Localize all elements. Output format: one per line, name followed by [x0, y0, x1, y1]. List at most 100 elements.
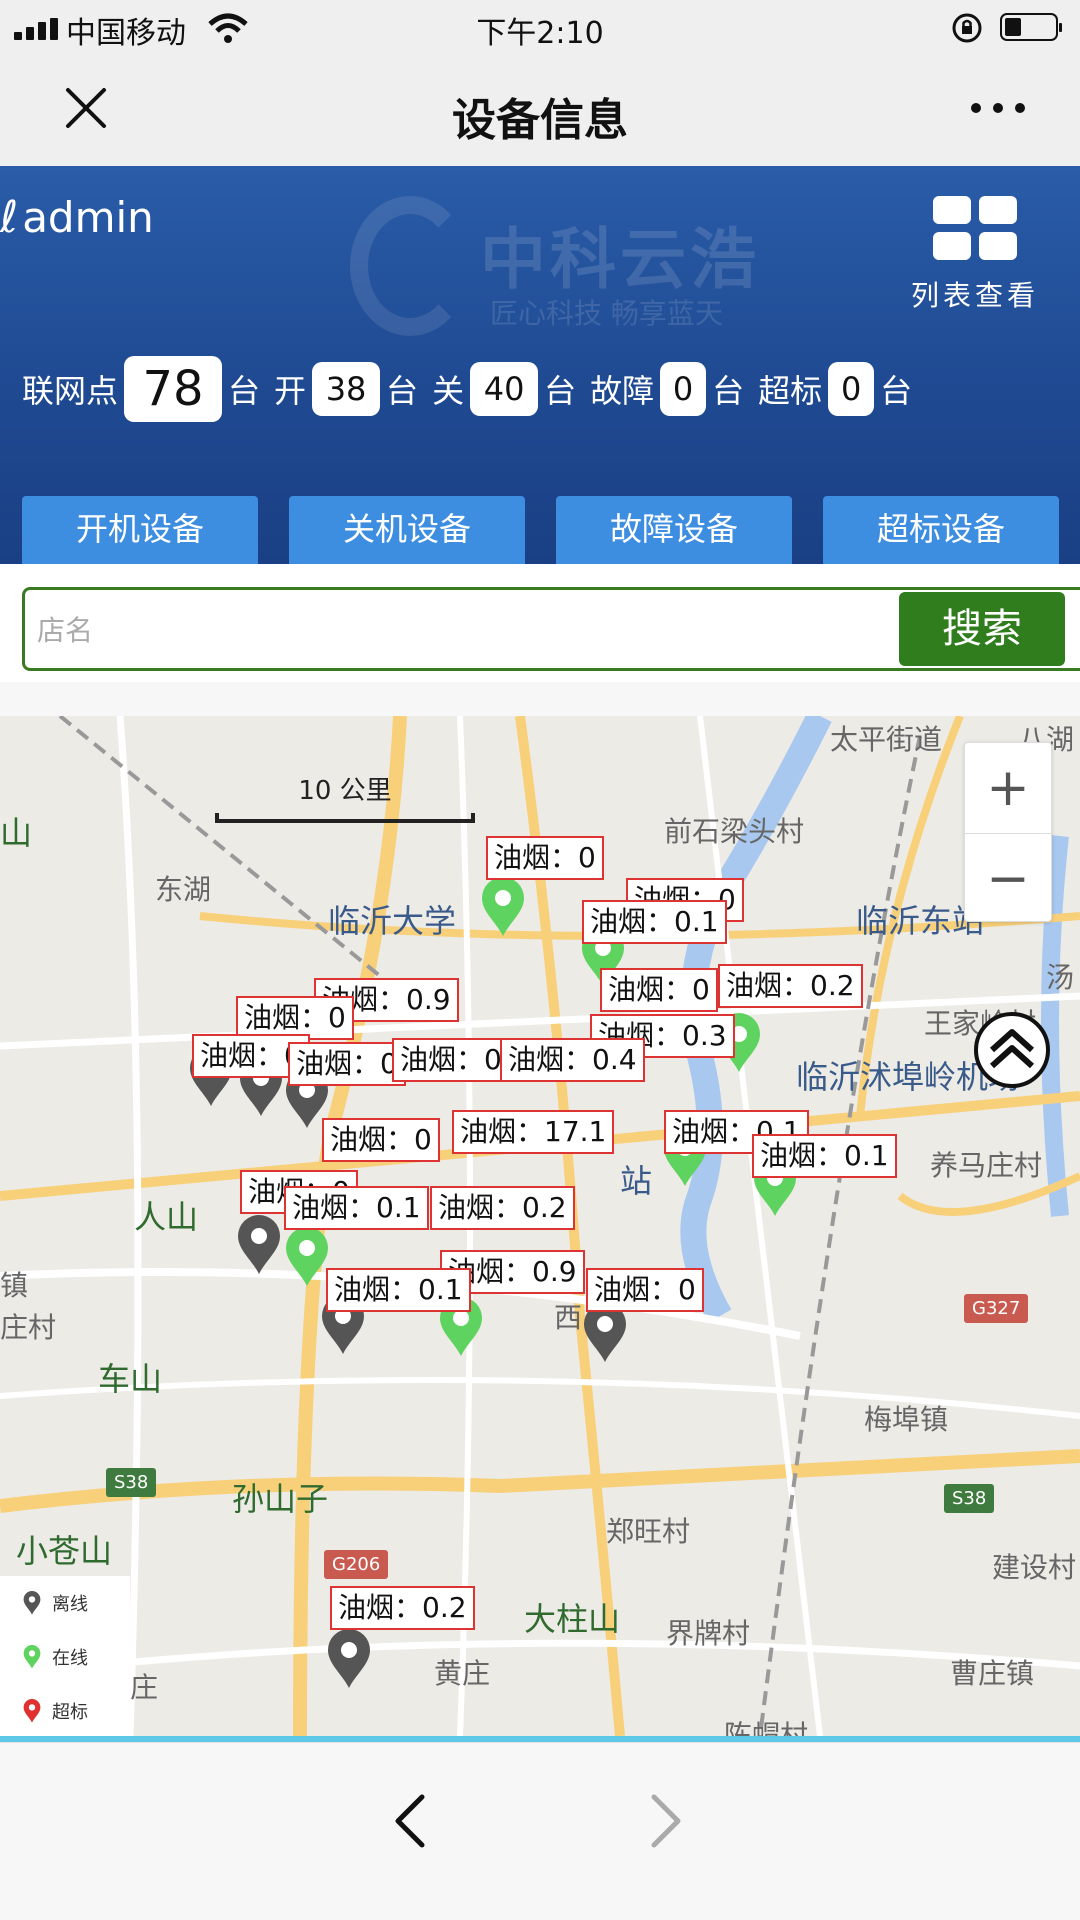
legend-label: 超标	[52, 1702, 88, 1723]
status-bar: 中国移动 下午2:10	[0, 0, 1080, 56]
search-button[interactable]: 搜索	[899, 592, 1065, 666]
scale-label: 10 公里	[298, 776, 392, 806]
marker-label[interactable]: 油烟：0	[322, 1118, 440, 1162]
clock: 下午2:10	[476, 16, 604, 51]
marker-label[interactable]: 油烟：0	[486, 836, 604, 880]
on-count: 38	[312, 362, 381, 416]
search-input[interactable]	[37, 602, 887, 658]
page-title: 设备信息	[452, 95, 628, 146]
place-label: 站	[620, 1162, 653, 1200]
legend-online: 在线	[0, 1630, 130, 1684]
place-label: 西	[554, 1301, 583, 1334]
rotation-lock-icon	[952, 13, 982, 43]
offline-marker-icon[interactable]	[234, 1214, 284, 1276]
over-count: 0	[828, 362, 875, 416]
brand-logo-icon: ℓ	[0, 192, 19, 243]
place-label: 陈帽村	[724, 1719, 809, 1736]
tab-over-devices[interactable]: 超标设备	[823, 496, 1059, 564]
place-label: 汤	[1046, 961, 1075, 994]
marker-label[interactable]: 油烟：0.1	[752, 1134, 897, 1178]
marker-label[interactable]: 油烟：0	[600, 968, 718, 1012]
double-chevron-up-icon	[989, 1029, 1035, 1069]
nav-bar: 设备信息	[0, 56, 1080, 166]
marker-label[interactable]: 油烟：0.2	[330, 1586, 475, 1630]
online-marker-icon	[23, 1645, 41, 1669]
marker-label[interactable]: 油烟：0.1	[582, 900, 727, 944]
chevron-left-icon[interactable]	[390, 1791, 430, 1851]
place-label: 建设村	[992, 1551, 1077, 1584]
more-icon[interactable]	[970, 96, 1026, 120]
zoom-in-button[interactable]: +	[965, 743, 1051, 833]
place-label: 界牌村	[666, 1617, 751, 1650]
off-label: 关	[432, 372, 465, 410]
map-view[interactable]: 太平街道 八湖 前石梁头村 临沂东站 东湖 临沂大学 王家岭村 汤 临沂沭埠岭机…	[0, 716, 1080, 1736]
place-label: 梅埠镇	[864, 1403, 949, 1436]
unit-label: 台	[386, 372, 419, 410]
marker-label[interactable]: 油烟：0.2	[430, 1186, 575, 1230]
road-sign-g206: G206	[324, 1550, 389, 1579]
marker-label[interactable]: 油烟：0.4	[500, 1038, 645, 1082]
marker-label[interactable]: 油烟：0.2	[718, 964, 863, 1008]
on-label: 开	[274, 372, 307, 410]
marker-label[interactable]: 油烟：0	[392, 1038, 510, 1082]
battery-icon	[1000, 13, 1062, 41]
legend-offline: 离线	[0, 1576, 130, 1630]
marker-label[interactable]: 油烟：17.1	[452, 1110, 615, 1154]
marker-label[interactable]: 油烟：0.1	[284, 1186, 429, 1230]
place-label: 小苍山	[16, 1532, 113, 1570]
unit-label: 台	[880, 372, 913, 410]
device-stats: 联网点 78 台 开 38 台 关 40 台 故障 0 台 超标 0 台	[22, 354, 912, 424]
browser-bottom-bar	[0, 1742, 1080, 1920]
fault-label: 故障	[590, 372, 655, 410]
road-sign-s38: S38	[944, 1484, 995, 1513]
marker-label[interactable]: 油烟：0	[288, 1042, 406, 1086]
search-box: 搜索	[22, 587, 1080, 671]
place-label: 人山	[134, 1198, 199, 1236]
legend-over: 超标	[0, 1684, 130, 1736]
scroll-top-button[interactable]	[974, 1012, 1050, 1088]
place-label: 郑旺村	[606, 1515, 691, 1548]
map-legend: 离线 在线 超标	[0, 1576, 130, 1736]
road-sign-g327: G327	[964, 1294, 1029, 1323]
place-label: 曹庄镇	[950, 1657, 1035, 1690]
username: admin	[22, 193, 154, 242]
place-label: 临沂大学	[328, 902, 457, 940]
place-label: 太平街道	[830, 723, 943, 756]
place-label: 庄	[130, 1671, 159, 1704]
place-label: 庄村	[0, 1311, 57, 1344]
zoom-out-button[interactable]: −	[965, 833, 1051, 923]
map-scale: 10 公里	[215, 770, 475, 823]
unit-label: 台	[544, 372, 577, 410]
user-brand: ℓadmin	[0, 192, 154, 243]
tab-fault-devices[interactable]: 故障设备	[556, 496, 792, 564]
online-marker-icon[interactable]	[478, 876, 528, 938]
online-marker-icon[interactable]	[282, 1226, 332, 1288]
chevron-right-icon	[651, 1794, 681, 1848]
search-bar: 搜索	[0, 564, 1080, 682]
offline-marker-icon	[23, 1591, 41, 1615]
tab-off-devices[interactable]: 关机设备	[289, 496, 525, 564]
over-label: 超标	[758, 372, 823, 410]
place-label: 黄庄	[434, 1657, 491, 1690]
networked-label: 联网点	[22, 372, 119, 410]
off-count: 40	[470, 362, 539, 416]
place-label: 镇	[0, 1269, 29, 1302]
unit-label: 台	[712, 372, 745, 410]
header-banner: 中科云浩 匠心科技 畅享蓝天 ℓadmin 列表查看 联网点 78 台 开 38…	[0, 166, 1080, 564]
networked-count: 78	[124, 356, 223, 422]
road-sign-s38: S38	[106, 1468, 157, 1497]
list-view-button[interactable]: 列表查看	[900, 196, 1050, 314]
place-label: 大柱山	[524, 1600, 621, 1638]
offline-marker-icon[interactable]	[324, 1628, 374, 1690]
unit-label: 台	[228, 372, 261, 410]
place-label: 东湖	[155, 873, 212, 906]
over-marker-icon	[23, 1699, 41, 1723]
marker-label[interactable]: 油烟：0	[586, 1268, 704, 1312]
marker-label[interactable]: 油烟：0.1	[326, 1268, 471, 1312]
tab-on-devices[interactable]: 开机设备	[22, 496, 258, 564]
list-view-label: 列表查看	[910, 279, 1039, 312]
place-label: 孙山子	[232, 1480, 329, 1518]
legend-label: 在线	[52, 1648, 88, 1669]
zoom-control: + −	[964, 742, 1052, 922]
grid-icon	[933, 196, 1017, 262]
